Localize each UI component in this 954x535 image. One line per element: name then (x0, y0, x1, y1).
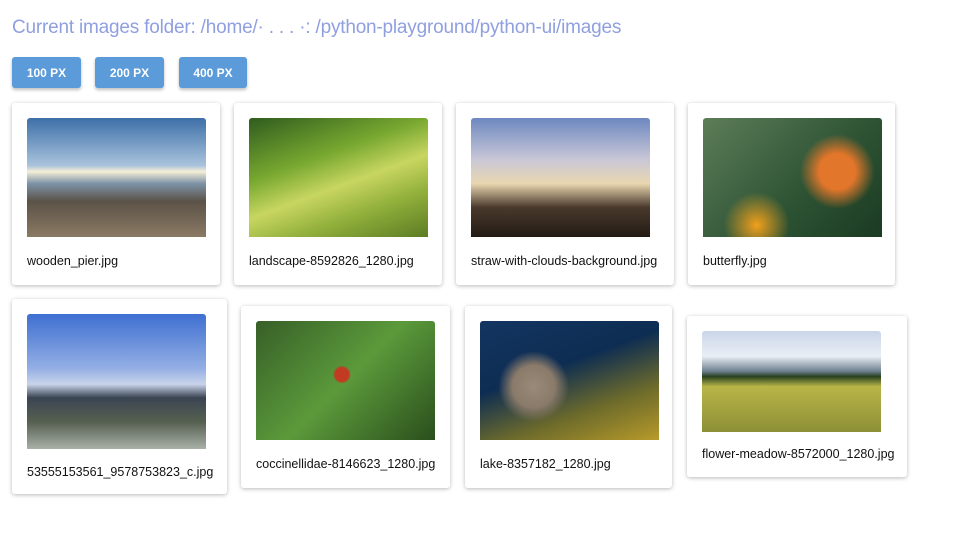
image-filename: 53555153561_9578753823_c.jpg (27, 465, 214, 479)
image-card[interactable]: lake-8357182_1280.jpg (465, 306, 672, 488)
image-filename: straw-with-clouds-background.jpg (471, 254, 658, 268)
image-filename: lake-8357182_1280.jpg (480, 457, 611, 471)
image-thumbnail[interactable] (471, 118, 650, 237)
image-card[interactable]: straw-with-clouds-background.jpg (456, 103, 674, 285)
image-thumbnail[interactable] (256, 321, 435, 440)
size-100px-button[interactable]: 100 PX (12, 57, 81, 88)
image-card[interactable]: 53555153561_9578753823_c.jpg (12, 299, 227, 494)
image-thumbnail[interactable] (249, 118, 428, 237)
size-200px-button[interactable]: 200 PX (95, 57, 164, 88)
image-filename: flower-meadow-8572000_1280.jpg (702, 447, 895, 461)
image-filename: butterfly.jpg (703, 254, 767, 268)
current-folder-label: Current images folder: /home/· . . . ·: … (12, 17, 622, 38)
image-card[interactable]: coccinellidae-8146623_1280.jpg (241, 306, 450, 488)
image-thumbnail[interactable] (27, 118, 206, 237)
image-card[interactable]: butterfly.jpg (688, 103, 895, 285)
image-filename: landscape-8592826_1280.jpg (249, 254, 414, 268)
image-thumbnail[interactable] (27, 314, 206, 449)
image-filename: coccinellidae-8146623_1280.jpg (256, 457, 436, 471)
image-card[interactable]: landscape-8592826_1280.jpg (234, 103, 442, 285)
image-card[interactable]: wooden_pier.jpg (12, 103, 220, 285)
size-400px-button[interactable]: 400 PX (179, 57, 247, 88)
image-thumbnail[interactable] (702, 331, 881, 432)
image-card[interactable]: flower-meadow-8572000_1280.jpg (687, 316, 907, 477)
image-thumbnail[interactable] (480, 321, 659, 440)
image-filename: wooden_pier.jpg (27, 254, 119, 268)
image-thumbnail[interactable] (703, 118, 882, 237)
